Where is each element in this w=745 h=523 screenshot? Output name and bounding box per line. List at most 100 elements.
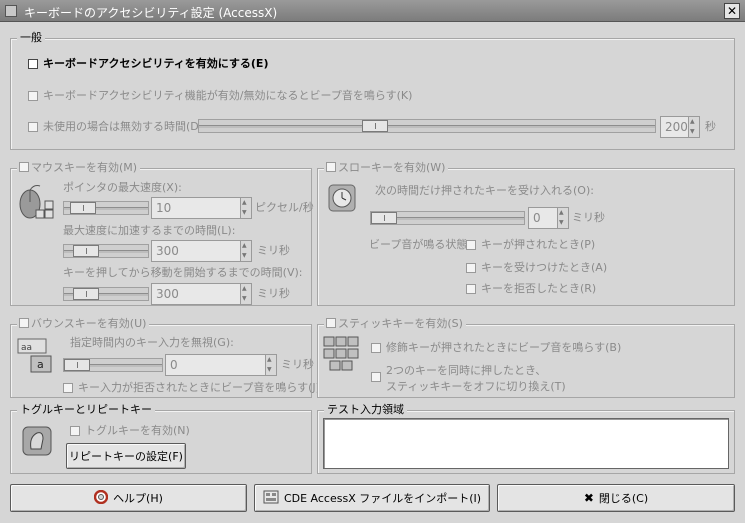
max-speed-unit: ピクセル/秒 <box>255 201 314 214</box>
slow-accept-slider[interactable] <box>370 211 525 225</box>
sticky-keys-label[interactable]: スティッキキーを有効(S) <box>338 317 463 330</box>
slow-accept-value[interactable]: 0 <box>533 211 541 225</box>
start-delay-spinner-arrows[interactable]: ▲ ▼ <box>240 284 251 304</box>
beep-on-accept-label[interactable]: キーを受けつけたとき(A) <box>481 261 607 275</box>
beep-on-toggle-checkbox[interactable] <box>28 91 38 101</box>
timeout-value[interactable]: 200 <box>665 120 688 134</box>
help-lifebuoy-icon <box>93 489 109 507</box>
repeat-keys-settings-label: リピートキーの設定(F) <box>69 450 183 463</box>
start-delay-slider[interactable] <box>63 287 149 301</box>
start-delay-spinner[interactable]: 300 ▲ ▼ <box>151 283 252 305</box>
import-cde-label: CDE AccessX ファイルをインポート(I) <box>283 492 482 505</box>
mouse-keys-label[interactable]: マウスキーを有効(M) <box>31 161 137 174</box>
window-close-button[interactable]: ✕ <box>724 3 740 19</box>
toggle-repeat-frame-label: トグルキーとリピートキー <box>17 403 155 417</box>
beep-when-label: ビープ音が鳴る状態: <box>369 238 472 251</box>
bounce-ignore-spinner[interactable]: 0 ▲ ▼ <box>165 354 277 376</box>
close-button-label: 閉じる(C) <box>598 492 649 505</box>
enable-accessibility-label[interactable]: キーボードアクセシビリティを有効にする(E) <box>43 57 268 71</box>
test-input-area[interactable] <box>323 418 729 469</box>
beep-on-reject-checkbox[interactable] <box>466 284 476 294</box>
timeout-slider-track <box>199 125 655 128</box>
slow-accept-slider-thumb[interactable] <box>371 212 397 224</box>
disable-if-unused-checkbox[interactable] <box>28 122 38 132</box>
beep-on-press-label[interactable]: キーが押されたとき(P) <box>481 238 595 252</box>
beep-on-accept-checkbox[interactable] <box>466 263 476 273</box>
mouse-keys-frame-title: マウスキーを有効(M) <box>17 161 141 175</box>
beep-on-reject-label[interactable]: キーを拒否したとき(R) <box>481 282 596 296</box>
accel-time-spinner-arrows[interactable]: ▲ ▼ <box>240 241 251 261</box>
svg-text:aa: aa <box>21 343 32 353</box>
bounce-ignore-label: 指定時間内のキー入力を無視(G): <box>70 336 234 349</box>
bounce-ignore-spinner-arrows[interactable]: ▲ ▼ <box>265 355 276 375</box>
beep-on-toggle-label[interactable]: キーボードアクセシビリティ機能が有効/無効になるとビープ音を鳴らす(K) <box>43 89 412 103</box>
import-file-icon <box>263 490 279 507</box>
timeout-spinner[interactable]: 200 ▲ ▼ <box>660 116 700 138</box>
repeat-keys-settings-button[interactable]: リピートキーの設定(F) <box>66 443 186 469</box>
sticky-beep-modifier-label[interactable]: 修飾キーが押されたときにビープ音を鳴らす(B) <box>386 341 621 355</box>
start-delay-value[interactable]: 300 <box>156 287 179 301</box>
slow-accept-spinner[interactable]: 0 ▲ ▼ <box>528 207 569 229</box>
sticky-beep-modifier-checkbox[interactable] <box>371 343 381 353</box>
sticky-two-keys-label-line1[interactable]: 2つのキーを同時に押したとき、 <box>386 364 546 378</box>
sticky-two-keys-label-line2[interactable]: スティッキキーをオフに切り換え(T) <box>386 380 566 394</box>
enable-toggle-keys-label[interactable]: トグルキーを有効(N) <box>85 424 190 438</box>
close-x-icon: ✖ <box>583 491 594 505</box>
mouse-keys-checkbox[interactable] <box>19 162 29 172</box>
import-cde-button[interactable]: CDE AccessX ファイルをインポート(I) <box>254 484 490 512</box>
title-bar: キーボードのアクセシビリティ設定 (AccessX) ✕ <box>0 0 745 22</box>
accel-time-slider-thumb[interactable] <box>73 245 99 257</box>
bounce-ignore-unit: ミリ秒 <box>281 358 314 371</box>
max-speed-value[interactable]: 10 <box>156 201 171 215</box>
timeout-slider-thumb[interactable] <box>362 120 388 132</box>
help-button-label: ヘルプ(H) <box>113 492 163 505</box>
svg-text:a: a <box>37 358 44 371</box>
bounce-beep-reject-label[interactable]: キー入力が拒否されたときにビープ音を鳴らす(J) <box>78 381 320 395</box>
sticky-keys-checkbox[interactable] <box>326 318 336 328</box>
close-button[interactable]: ✖ 閉じる(C) <box>497 484 735 512</box>
disable-if-unused-label[interactable]: 未使用の場合は無効する時間(D) <box>43 120 203 134</box>
slow-accept-unit: ミリ秒 <box>572 211 605 224</box>
slow-keys-label[interactable]: スローキーを有効(W) <box>338 161 445 174</box>
timeout-spinner-arrows[interactable]: ▲ ▼ <box>688 117 699 137</box>
beep-on-press-checkbox[interactable] <box>466 240 476 250</box>
accel-time-spinner[interactable]: 300 ▲ ▼ <box>151 240 252 262</box>
slow-accept-spinner-arrows[interactable]: ▲ ▼ <box>557 208 568 228</box>
window-menu-icon[interactable] <box>5 5 17 17</box>
enable-accessibility-checkbox[interactable] <box>28 59 38 69</box>
timeout-slider[interactable] <box>198 119 656 133</box>
bounce-beep-reject-checkbox[interactable] <box>63 383 73 393</box>
enable-toggle-keys-checkbox[interactable] <box>70 426 80 436</box>
max-speed-label: ポインタの最大速度(X): <box>63 181 182 194</box>
max-speed-slider[interactable] <box>63 201 149 215</box>
max-speed-spinner[interactable]: 10 ▲ ▼ <box>151 197 252 219</box>
accel-time-value[interactable]: 300 <box>156 244 179 258</box>
start-delay-slider-thumb[interactable] <box>73 288 99 300</box>
slow-keys-clock-icon <box>327 183 357 213</box>
slow-keys-checkbox[interactable] <box>326 162 336 172</box>
accel-time-label: 最大速度に加速するまでの時間(L): <box>63 224 236 237</box>
bounce-ignore-slider-thumb[interactable] <box>64 359 90 371</box>
start-delay-label: キーを押してから移動を開始するまでの時間(V): <box>63 266 303 279</box>
bounce-ignore-value[interactable]: 0 <box>170 358 178 372</box>
help-button[interactable]: ヘルプ(H) <box>10 484 247 512</box>
sticky-keys-icon <box>322 335 362 375</box>
mouse-keys-icon <box>18 182 56 224</box>
slow-accept-label: 次の時間だけ押されたキーを受け入れる(O): <box>375 184 594 197</box>
bounce-keys-checkbox[interactable] <box>19 318 29 328</box>
max-speed-spinner-arrows[interactable]: ▲ ▼ <box>240 198 251 218</box>
start-delay-unit: ミリ秒 <box>257 287 290 300</box>
sticky-two-keys-checkbox[interactable] <box>371 372 381 382</box>
timeout-unit: 秒 <box>705 120 716 133</box>
test-area-label: テスト入力領域 <box>324 403 407 417</box>
accel-time-unit: ミリ秒 <box>257 244 290 257</box>
window-title: キーボードのアクセシビリティ設定 (AccessX) <box>24 6 278 20</box>
bounce-keys-frame-title: バウンスキーを有効(U) <box>17 317 150 331</box>
bounce-ignore-slider[interactable] <box>63 358 163 372</box>
slow-keys-frame-title: スローキーを有効(W) <box>324 161 449 175</box>
general-frame-label: 一般 <box>17 31 45 45</box>
accel-time-slider[interactable] <box>63 244 149 258</box>
bounce-keys-label[interactable]: バウンスキーを有効(U) <box>31 317 146 330</box>
max-speed-slider-thumb[interactable] <box>70 202 96 214</box>
keyboard-hand-icon <box>20 422 54 460</box>
